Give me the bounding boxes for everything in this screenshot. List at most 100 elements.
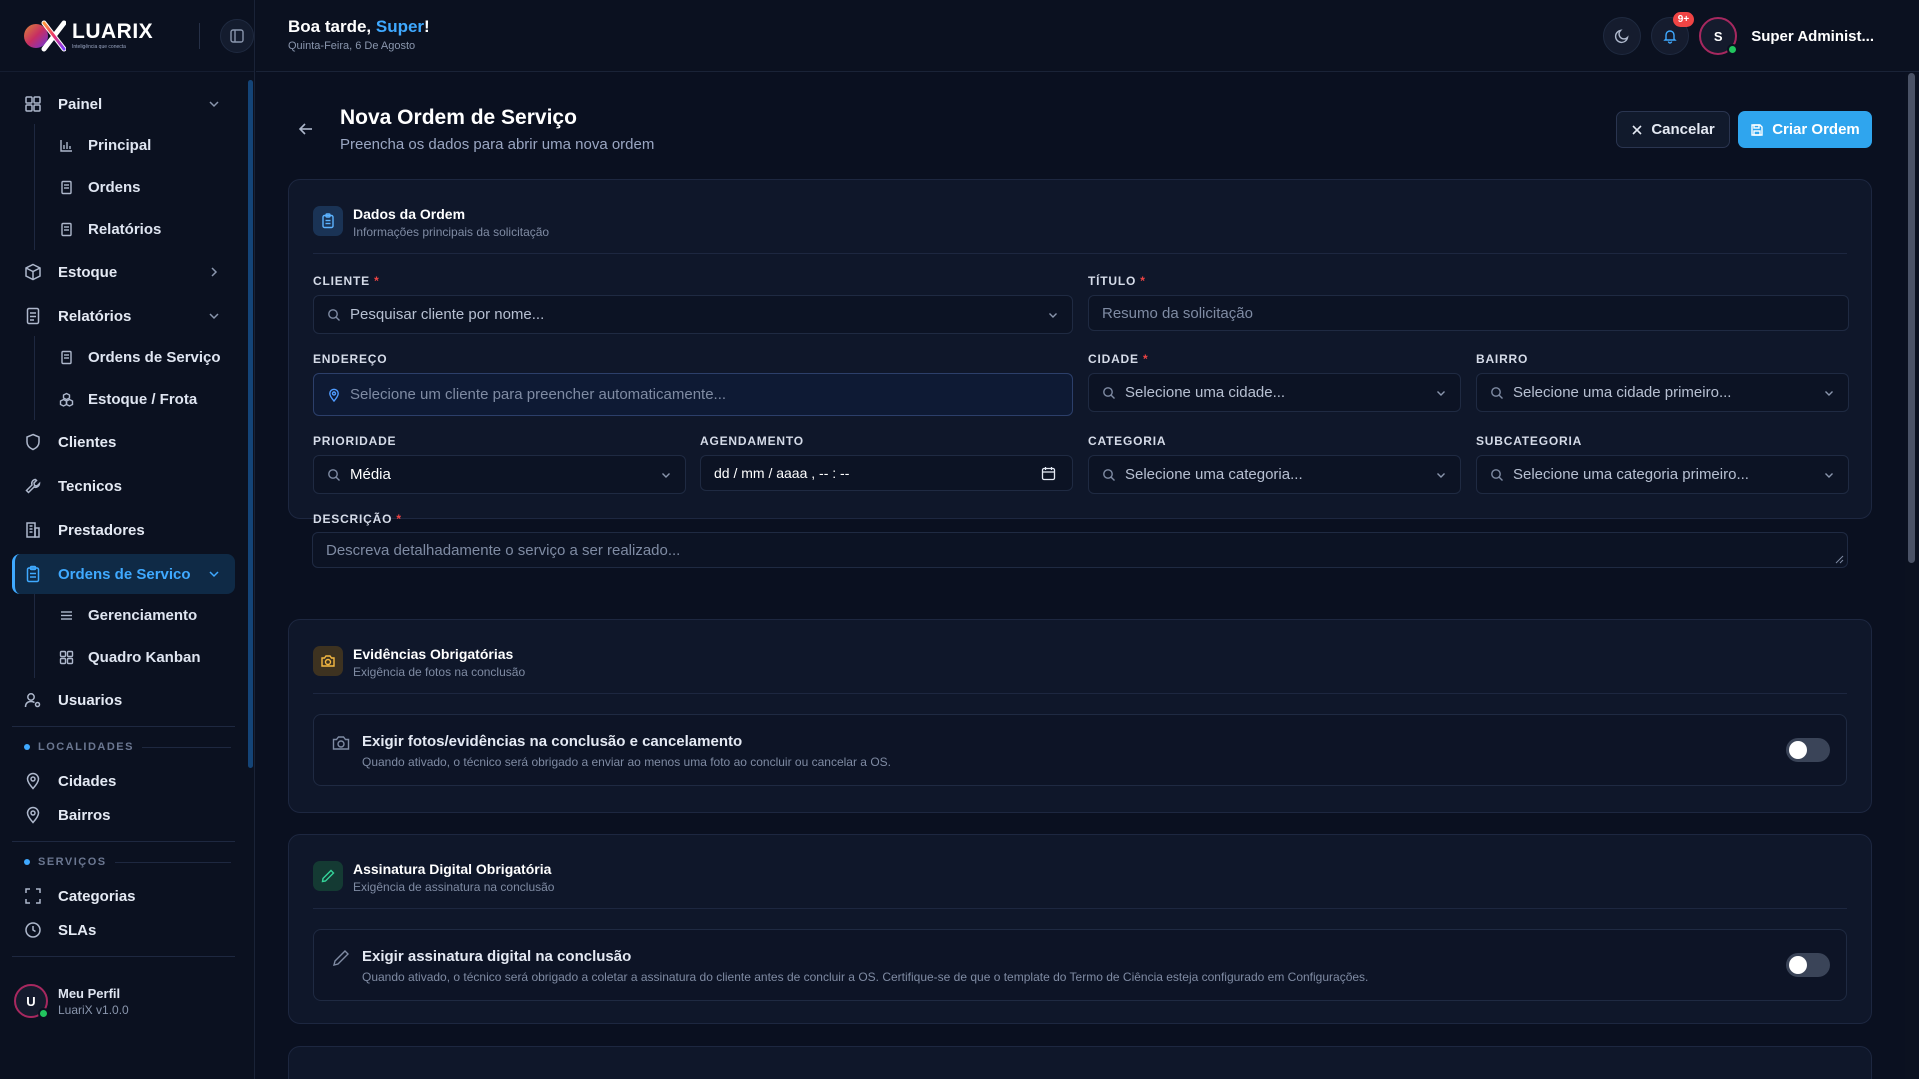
label-text: SUBCATEGORIA [1476,434,1583,448]
evidence-card: Evidências Obrigatórias Exigência de fot… [288,619,1872,813]
pen-icon [321,869,335,883]
brand-bar: LUARIX Inteligência que conecta [0,0,254,72]
user-menu-name[interactable]: Super Administ... [1751,28,1874,45]
sidebar-item-tecnicos[interactable]: Tecnicos [12,466,235,506]
toggle-knob [1789,956,1807,974]
card-description: Exigência de fotos na conclusão [353,665,526,679]
city-placeholder: Selecione uma cidade... [1125,384,1286,401]
sidebar-item-label: Relatórios [88,220,162,238]
category-select[interactable]: Selecione uma categoria... [1088,455,1461,494]
sidebar-item-relatorios[interactable]: Relatórios [12,296,235,336]
evidence-required-toggle[interactable] [1786,738,1830,762]
card-header: Evidências Obrigatórias Exigência de fot… [313,644,1847,694]
evidence-option: Exigir fotos/evidências na conclusão e c… [313,714,1847,786]
label-text: CIDADE [1088,352,1139,366]
clipboard-icon [26,565,40,583]
label-text: CLIENTE [313,274,370,288]
logo[interactable]: LUARIX Inteligência que conecta [22,19,172,53]
sidebar-item-painel[interactable]: Painel [12,84,235,124]
notifications-button[interactable]: 9+ [1651,12,1695,55]
profile-link[interactable]: U Meu Perfil LuariX v1.0.0 [14,984,129,1019]
sidebar-divider [12,841,235,842]
sidebar-item-ordens-servico[interactable]: Ordens de Servico [12,554,235,594]
agendamento-label: AGENDAMENTO [700,434,804,448]
greeting-title: Boa tarde, Super! [288,17,430,37]
title-placeholder: Resumo da solicitação [1102,304,1253,322]
sidebar-item-kanban[interactable]: Quadro Kanban [35,636,235,678]
sidebar-item-prestadores[interactable]: Prestadores [12,510,235,550]
chevron-right-icon [211,267,218,277]
subcategory-select[interactable]: Selecione uma categoria primeiro... [1476,455,1849,494]
theme-toggle-button[interactable] [1603,17,1642,55]
client-placeholder: Pesquisar cliente por nome... [350,306,545,323]
moon-icon [1615,29,1629,44]
next-card [288,1046,1872,1079]
signature-option-title: Exigir assinatura digital na conclusão [362,948,632,965]
document-icon [61,180,72,194]
section-dot [24,744,30,750]
user-cog-icon [24,693,41,708]
page-title: Nova Ordem de Serviço [340,106,577,129]
list-icon [61,610,72,620]
description-placeholder: Descreva detalhadamente o serviço a ser … [326,541,681,559]
sidebar-item-label: Cidades [58,772,117,790]
bell-icon [1663,30,1677,44]
title-field[interactable]: Resumo da solicitação [1088,295,1849,331]
toggle-knob [1789,741,1807,759]
schedule-datetime-field[interactable]: dd / mm / aaaa , -- : -- [700,455,1073,491]
sidebar-item-label: Painel [58,95,103,113]
scrollbar-thumb[interactable] [1908,73,1915,563]
signature-required-toggle[interactable] [1786,953,1830,977]
pen-icon [333,950,349,966]
chevron-down-icon [209,571,219,578]
client-search-select[interactable]: Pesquisar cliente por nome... [313,295,1073,334]
sidebar-nav: Painel Principal Ordens Relatórios Estoq… [12,84,235,963]
greeting-name: Super [375,17,425,36]
submenu-ordens-servico: Gerenciamento Quadro Kanban [34,594,235,678]
avatar-initial: U [26,993,36,1009]
priority-select[interactable]: Média [313,455,686,494]
chevron-down-icon [209,313,219,320]
sidebar-item-estoque-frota[interactable]: Estoque / Frota [35,378,235,420]
camera-icon [332,736,350,750]
collapse-sidebar-button[interactable] [220,18,254,53]
page-scrollbar[interactable] [1905,73,1917,1079]
endereco-label: ENDEREÇO [313,352,387,366]
user-avatar[interactable]: S [1699,17,1739,55]
sidebar-item-ordens[interactable]: Ordens [35,166,235,208]
description-textarea[interactable]: Descreva detalhadamente o serviço a ser … [312,532,1848,568]
back-arrow-icon[interactable] [296,119,316,139]
subcategory-placeholder: Selecione uma categoria primeiro... [1513,466,1749,483]
section-title: LOCALIDADES [38,741,134,753]
sidebar-scrollbar[interactable] [248,80,253,768]
address-field[interactable]: Selecione um cliente para preencher auto… [313,373,1073,416]
bairro-label: BAIRRO [1476,352,1528,366]
avatar-initial: S [1713,28,1723,44]
sidebar-item-bairros[interactable]: Bairros [12,795,235,835]
sidebar-item-gerenciamento[interactable]: Gerenciamento [35,594,235,636]
cancel-button[interactable]: Cancelar [1616,111,1730,148]
descricao-label: DESCRIÇÃO * [313,512,402,526]
neighborhood-select[interactable]: Selecione uma cidade primeiro... [1476,373,1849,412]
create-order-button[interactable]: Criar Ordem [1738,111,1872,148]
sidebar-item-relatorios-painel[interactable]: Relatórios [35,208,235,250]
order-data-card: Dados da Ordem Informações principais da… [288,179,1872,526]
sidebar-item-slas[interactable]: SLAs [12,910,235,950]
sidebar-item-clientes[interactable]: Clientes [12,422,235,462]
sidebar-item-usuarios[interactable]: Usuarios [12,680,235,720]
sidebar-item-principal[interactable]: Principal [35,124,235,166]
sidebar-item-relatorio-ordens[interactable]: Ordens de Serviço [35,336,235,378]
close-icon [1632,124,1642,135]
search-icon [1491,386,1503,399]
cancel-label: Cancelar [1651,121,1715,138]
city-select[interactable]: Selecione uma cidade... [1088,373,1461,412]
page-header: Nova Ordem de Serviço Preencha os dados … [256,73,1905,173]
cidade-label: CIDADE * [1088,352,1148,366]
calendar-icon[interactable] [1041,466,1056,481]
sidebar-item-estoque[interactable]: Estoque [12,252,235,292]
required-mark: * [1142,352,1149,366]
search-icon [328,468,340,481]
card-title: Assinatura Digital Obrigatória [353,861,552,877]
priority-value: Média [350,466,391,483]
resize-handle-icon[interactable] [1834,554,1844,564]
